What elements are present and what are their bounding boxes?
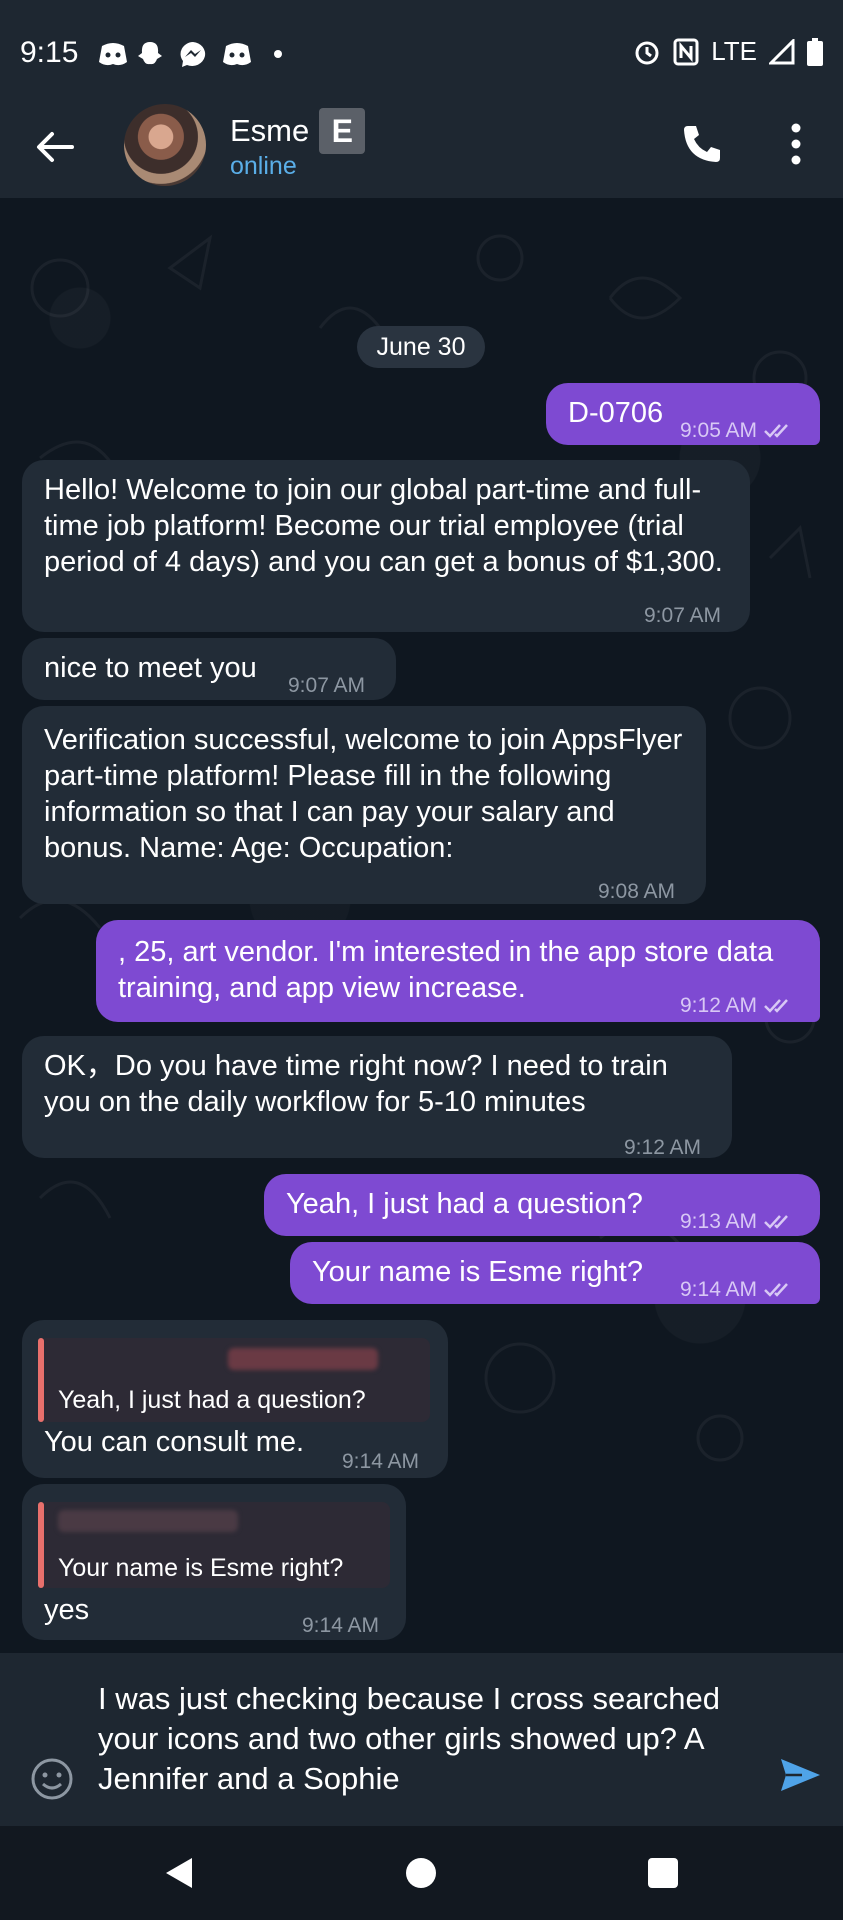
message-bubble-outgoing[interactable]: Yeah, I just had a question? 9:13 AM <box>264 1174 820 1236</box>
message-input[interactable]: I was just checking because I cross sear… <box>98 1679 748 1799</box>
snapchat-icon <box>138 42 162 65</box>
back-arrow-icon[interactable] <box>30 122 80 172</box>
double-check-icon <box>764 424 788 439</box>
message-time: 9:14 AM <box>342 1450 420 1473</box>
chat-header: Esme E online <box>0 104 843 198</box>
alarm-icon <box>635 41 659 64</box>
message-bubble-incoming[interactable]: OK，Do you have time right now? I need to… <box>22 1036 732 1159</box>
message-time: 9:12 AM <box>680 988 793 1024</box>
status-time: 9:15 <box>20 36 79 69</box>
double-check-icon <box>764 1283 788 1298</box>
message-bubble-outgoing[interactable]: , 25, art vendor. I'm interested in the … <box>96 920 820 1022</box>
message-time-label: 9:14 AM <box>680 1278 758 1301</box>
message-text: Verification successful, welcome to join… <box>44 724 683 864</box>
reply-quote[interactable]: Your name is Esme right? <box>38 1502 390 1588</box>
message-time: 9:05 AM <box>680 413 793 449</box>
signal-icon <box>769 38 795 64</box>
send-icon[interactable] <box>778 1753 822 1797</box>
contact-name-row[interactable]: Esme E <box>230 108 366 154</box>
message-time: 9:07 AM <box>288 674 366 697</box>
message-text: Hello! Welcome to join our global part-t… <box>44 474 723 578</box>
status-right: LTE <box>633 36 823 67</box>
message-text: D-0706 <box>568 397 664 429</box>
more-menu-icon[interactable] <box>780 118 812 170</box>
message-bubble-outgoing[interactable]: Your name is Esme right? 9:14 AM <box>290 1242 820 1304</box>
message-text: You can consult me. <box>44 1426 305 1458</box>
message-text: Your name is Esme right? <box>312 1256 643 1288</box>
date-separator: June 30 <box>357 326 485 368</box>
message-time: 9:14 AM <box>302 1614 380 1637</box>
reply-bar <box>38 1338 44 1422</box>
system-nav-bar <box>0 1826 843 1920</box>
nav-back-icon[interactable] <box>164 1856 194 1890</box>
battery-icon <box>807 37 823 66</box>
message-time: 9:14 AM <box>680 1272 793 1308</box>
message-time-label: 9:12 AM <box>680 994 758 1017</box>
discord-icon <box>223 43 251 66</box>
redacted-sender <box>58 1510 238 1532</box>
double-check-icon <box>764 1215 788 1230</box>
message-bubble-outgoing[interactable]: D-0706 9:05 AM <box>546 383 820 445</box>
name-badge: E <box>319 108 366 154</box>
reply-text: Yeah, I just had a question? <box>58 1386 366 1414</box>
avatar[interactable] <box>124 104 206 186</box>
redacted-sender <box>228 1348 378 1370</box>
reply-bar <box>38 1502 44 1588</box>
message-bubble-incoming[interactable]: Verification successful, welcome to join… <box>22 706 706 904</box>
emoji-icon[interactable] <box>30 1757 74 1801</box>
message-text: yes <box>44 1594 90 1626</box>
message-time: 9:13 AM <box>680 1204 793 1240</box>
messenger-icon <box>180 42 206 67</box>
nav-home-icon[interactable] <box>406 1858 436 1888</box>
contact-name: Esme <box>230 113 310 148</box>
message-time: 9:08 AM <box>598 880 676 903</box>
discord-icon <box>99 43 127 66</box>
message-time-label: 9:05 AM <box>680 419 758 442</box>
message-time: 9:12 AM <box>624 1136 702 1159</box>
status-bar: 9:15 LTE <box>0 0 843 104</box>
message-bubble-incoming[interactable]: Yeah, I just had a question? You can con… <box>22 1320 448 1478</box>
reply-quote[interactable]: Yeah, I just had a question? <box>38 1338 430 1422</box>
message-bubble-incoming[interactable]: nice to meet you 9:07 AM <box>22 638 396 700</box>
dot-icon <box>274 50 282 58</box>
message-text: Yeah, I just had a question? <box>286 1188 643 1220</box>
double-check-icon <box>764 999 788 1014</box>
message-time-label: 9:13 AM <box>680 1210 758 1233</box>
message-bubble-incoming[interactable]: Your name is Esme right? yes 9:14 AM <box>22 1484 406 1640</box>
network-label: LTE <box>711 36 757 66</box>
message-composer: I was just checking because I cross sear… <box>0 1653 843 1826</box>
message-text: OK，Do you have time right now? I need to… <box>44 1050 668 1118</box>
message-time: 9:07 AM <box>644 604 722 627</box>
phone-icon[interactable] <box>680 122 724 166</box>
reply-text: Your name is Esme right? <box>58 1554 344 1582</box>
message-text: nice to meet you <box>44 652 257 684</box>
contact-status: online <box>230 152 297 180</box>
nfc-icon <box>673 38 699 65</box>
nav-recents-icon[interactable] <box>648 1858 678 1888</box>
message-bubble-incoming[interactable]: Hello! Welcome to join our global part-t… <box>22 460 750 632</box>
